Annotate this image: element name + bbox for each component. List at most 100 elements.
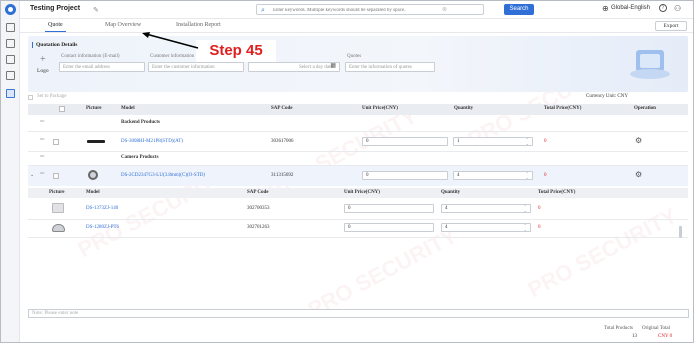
col-unit-price: Unit Price(CNY) [362,106,398,111]
col-quantity: Quantity [454,106,474,111]
tab-quote[interactable]: Quote [45,22,66,32]
left-rail [1,1,20,342]
edit-icon[interactable]: ✎ [93,6,99,14]
customer-info-field[interactable]: Enter the customer information [148,62,244,72]
clear-icon[interactable]: ⊗ [442,6,447,13]
drag-handle-icon[interactable]: ═ [40,154,44,160]
package-checkbox[interactable] [28,95,33,100]
unit-price-input[interactable]: 0 [362,137,448,146]
currency-unit[interactable]: Currency Unit: CNY [586,94,628,99]
total-products-value: 13 [632,334,637,339]
logo-label: Logo [37,68,49,74]
accessory-quantity-stepper[interactable]: 4 ⌃ ⌄ [441,223,531,232]
col-sap: SAP Code [271,106,293,111]
collapse-icon[interactable]: ⌄ [30,172,34,178]
quantity-value: 1 [457,139,460,144]
sub-table-header: Picture Model SAP Code Unit Price(CNY) Q… [28,188,688,198]
group-row: ═ Backend Products [28,118,688,129]
package-row: Set to Package Currency Unit: CNY [28,93,688,103]
quote-document-icon[interactable] [6,89,15,98]
search-box[interactable]: ⌕ ⊗ [256,4,484,15]
group-name: Backend Products [121,120,160,125]
stepper-arrows-icon[interactable]: ⌃ ⌄ [524,205,527,213]
stepper-arrows-icon[interactable]: ⌃ ⌄ [526,138,529,146]
unit-price-value: 0 [348,206,351,211]
tab-installation-report[interactable]: Installation Report [176,22,221,28]
row-checkbox[interactable] [53,173,59,179]
group-name: Camera Products [121,155,159,160]
language-selector[interactable]: Global-English [611,5,650,11]
product-model-link[interactable]: DS-3008HI-M21P8(STD)(AT) [121,139,183,144]
accessory-sap-code: 302700353 [247,206,270,211]
accessory-model-link[interactable]: DS-1373ZJ-140 [86,206,118,211]
list-icon[interactable] [6,23,15,32]
globe-icon[interactable]: ⊕ [602,4,609,13]
unit-price-input[interactable]: 0 [362,171,448,180]
group-row: ═ Camera Products [28,153,688,164]
quantity-value: 4 [445,206,448,211]
grid-icon[interactable] [6,39,15,48]
drag-handle-icon[interactable]: ═ [40,119,44,125]
drag-handle-icon[interactable]: ═ [40,171,44,177]
sub-col-sap: SAP Code [247,190,269,195]
total-price: 0 [544,173,547,178]
sub-col-model: Model [86,190,100,195]
quantity-value: 4 [457,173,460,178]
sub-table-row: DS-1280ZJ-PT6 302701263 0 4 ⌃ ⌄ 0 [28,220,688,236]
total-price: 0 [544,139,547,144]
unit-price-value: 0 [366,173,369,178]
tab-bar: Quote Map Overview Installation Report E… [20,19,693,33]
table-row: ═ DS-3008HI-M21P8(STD)(AT) 303617006 0 1… [28,134,688,150]
quantity-stepper[interactable]: 4 ⌃ ⌄ [453,171,533,180]
stepper-arrows-icon[interactable]: ⌃ ⌄ [524,224,527,232]
accessory-sap-code: 302701263 [247,225,270,230]
search-input[interactable] [273,6,437,14]
contact-email-field[interactable]: Enter the email address [59,62,145,72]
accessory-quantity-stepper[interactable]: 4 ⌃ ⌄ [441,204,531,213]
col-model: Model [121,106,135,111]
product-model-link[interactable]: DS-2CD2347G3-LU(3.8mm)(C)(O-STD) [121,173,205,178]
date-field[interactable]: Select a day date. ▦ [248,62,340,72]
building-icon[interactable] [6,55,15,64]
product-thumbnail [88,170,98,180]
sap-code: 303617006 [271,139,294,144]
project-title: Testing Project [30,5,81,12]
plus-icon: + [40,54,46,65]
app-logo-icon [5,4,16,15]
select-all-checkbox[interactable] [59,106,65,112]
quotes-label: Quotes [347,54,362,59]
help-icon[interactable]: ? [659,4,667,12]
settings-icon[interactable]: ⚙ [635,136,642,145]
sub-col-quantity: Quantity [441,190,461,195]
decorative-illustration [630,50,670,79]
quotes-field[interactable]: Enter the information of quotes [345,62,435,72]
accessory-thumbnail [52,203,64,213]
calendar-icon: ▦ [330,63,336,69]
drag-handle-icon[interactable]: ═ [40,137,44,143]
settings-icon[interactable]: ⚙ [635,170,642,179]
package-label: Set to Package [37,94,67,99]
user-icon[interactable]: ⚇ [674,4,681,13]
tools-icon[interactable] [6,71,15,80]
logo-upload[interactable]: + Logo [33,54,55,78]
sub-col-picture: Picture [49,190,65,195]
stepper-arrows-icon[interactable]: ⌃ ⌄ [526,172,529,180]
export-button[interactable]: Export [655,21,687,31]
accessory-unit-price-input[interactable]: 0 [344,204,434,213]
note-input[interactable]: Note: Please enter note [28,309,689,318]
quantity-stepper[interactable]: 1 ⌃ ⌄ [453,137,533,146]
tab-map-overview[interactable]: Map Overview [105,22,141,28]
accessory-unit-price-input[interactable]: 0 [344,223,434,232]
unit-price-value: 0 [348,225,351,230]
row-checkbox[interactable] [53,139,59,145]
date-placeholder: Select a day date. [299,65,334,70]
table-header: Picture Model SAP Code Unit Price(CNY) Q… [28,104,688,115]
top-bar: Testing Project ✎ ⌕ ⊗ Search ⊕ Global-En… [20,1,693,19]
search-button[interactable]: Search [504,4,534,15]
accessory-model-link[interactable]: DS-1280ZJ-PT6 [86,225,119,230]
original-total-label: Original Total [642,326,671,331]
sub-col-total-price: Total Price(CNY) [538,190,576,195]
accessory-total-price: 0 [538,206,541,211]
search-icon: ⌕ [261,6,265,14]
sub-table-scrollbar[interactable] [679,226,682,238]
